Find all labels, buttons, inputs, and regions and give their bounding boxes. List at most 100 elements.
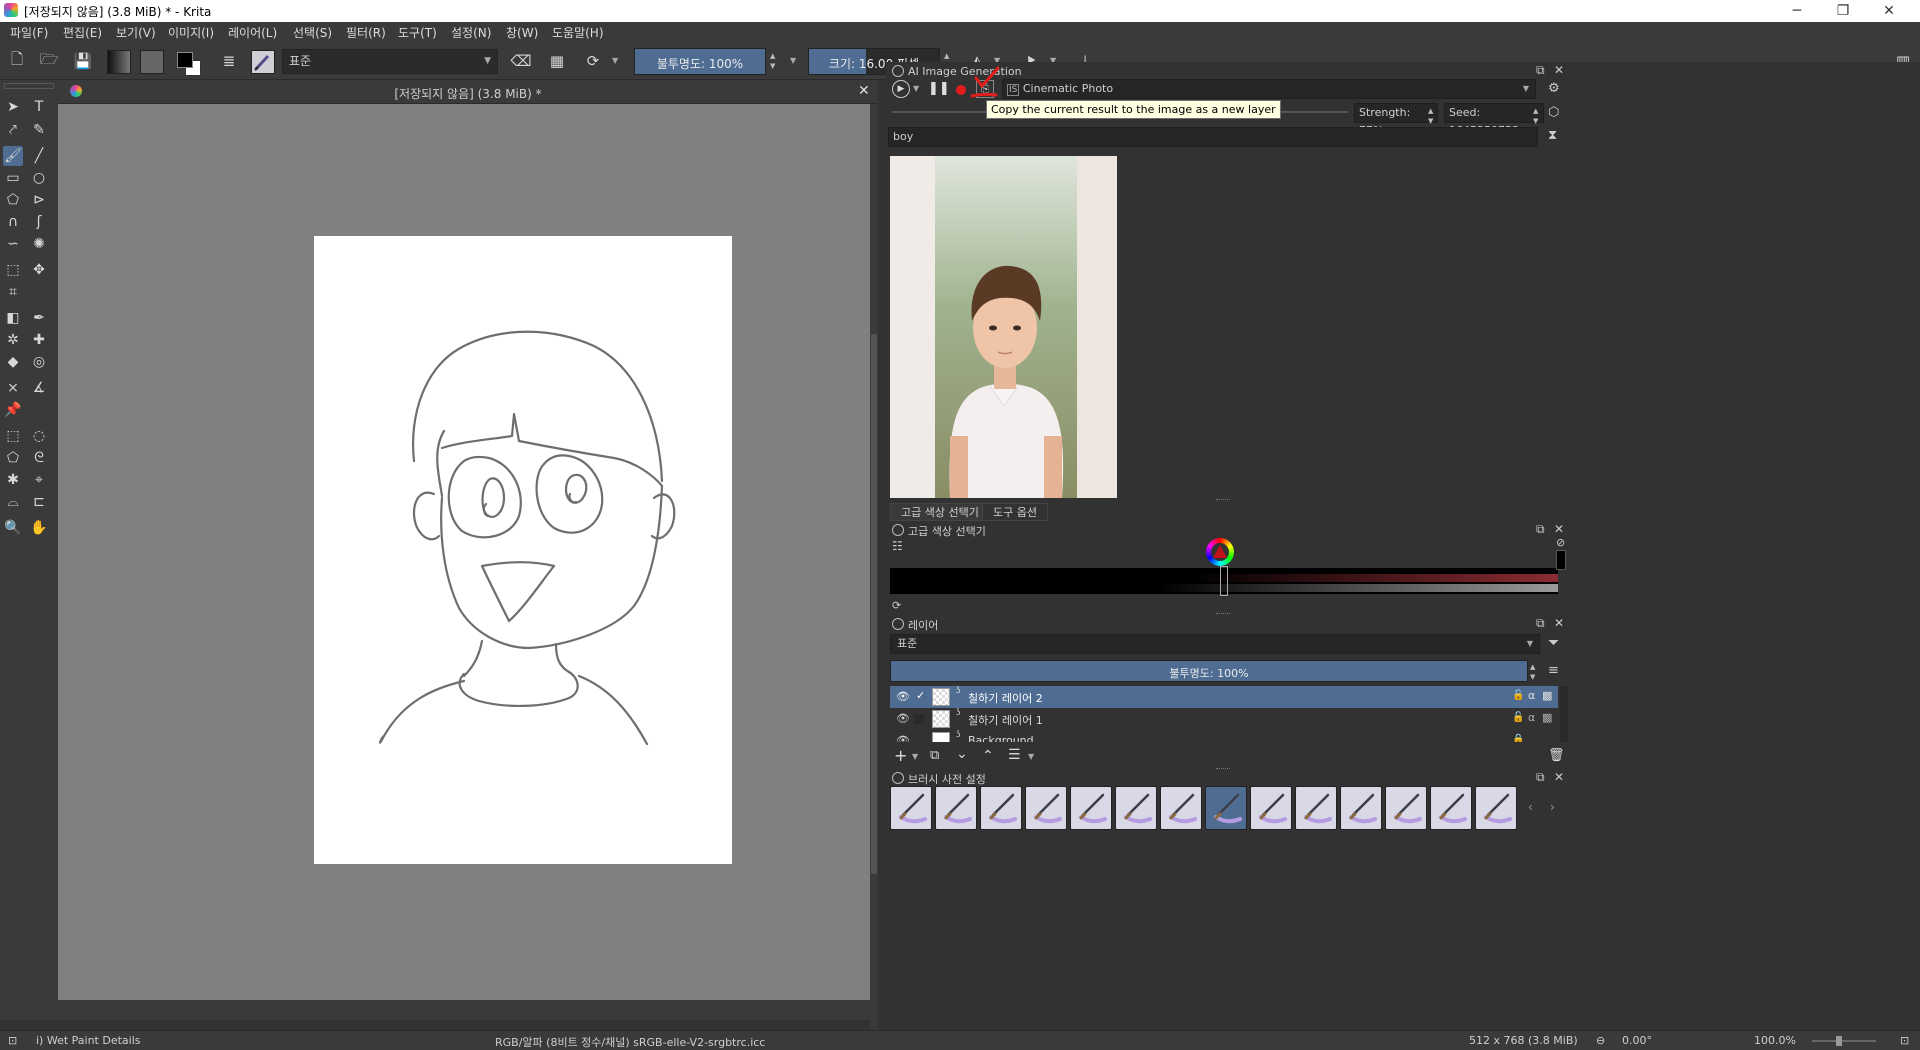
menu-edit[interactable]: 편집(E) (63, 24, 102, 41)
generated-result-thumbnail[interactable] (890, 156, 1117, 498)
layers-scrollbar[interactable] (1560, 686, 1568, 742)
gradient-swatch[interactable] (107, 50, 131, 74)
brush-preset-item[interactable] (1025, 786, 1067, 830)
refresh-icon[interactable]: ⟳ (892, 599, 901, 612)
visibility-eye-icon[interactable]: 👁 (896, 690, 910, 703)
restore-button[interactable]: ❐ (1820, 0, 1866, 22)
edit-shapes-tool-icon[interactable]: ⤤ (3, 120, 23, 140)
brush-preset-item[interactable] (1250, 786, 1292, 830)
document-tab[interactable]: [저장되지 않음] (3.8 MiB) * ✕ (58, 80, 878, 104)
brush-preset-item[interactable] (1385, 786, 1427, 830)
style-select[interactable]: IS Cinematic Photo ▼ (1002, 79, 1536, 99)
vertical-scrollbar[interactable] (870, 184, 878, 1050)
close-document-icon[interactable]: ✕ (858, 83, 870, 99)
similar-select-tool-icon[interactable]: ⌖ (29, 470, 49, 490)
layer-opacity-spinner[interactable]: ▲ ▼ (1530, 662, 1540, 682)
save-icon[interactable]: 💾 (70, 48, 96, 74)
strength-spinner[interactable]: ▲ ▼ (1428, 106, 1438, 126)
zoom-status[interactable]: 100.0% (1754, 1034, 1796, 1047)
chevron-down-icon[interactable]: ▼ (612, 56, 618, 65)
random-seed-icon[interactable]: ⬡ (1548, 105, 1559, 120)
minimize-button[interactable]: ─ (1774, 0, 1820, 22)
lock-docker-icon[interactable] (892, 618, 904, 630)
settings-gear-icon[interactable]: ⚙ (1548, 81, 1560, 96)
bezier-select-tool-icon[interactable]: ⌓ (3, 492, 23, 512)
brush-preset-item[interactable] (1430, 786, 1472, 830)
add-region-icon[interactable]: ⧗ (1548, 128, 1557, 143)
rotation-status[interactable]: 0.00° (1622, 1034, 1652, 1047)
menu-tools[interactable]: 도구(T) (398, 24, 437, 41)
menu-file[interactable]: 파일(F) (10, 24, 48, 41)
lock-layer-icon[interactable]: 🔓 (1512, 690, 1524, 701)
magnetic-select-tool-icon[interactable]: ⊏ (29, 492, 49, 512)
lock-layer-icon[interactable]: 🔓 (1512, 712, 1524, 723)
brush-preset-item[interactable] (1205, 786, 1247, 830)
close-docker-icon[interactable]: ✕ (1554, 522, 1564, 536)
polygon-tool-icon[interactable]: ⬠ (3, 190, 23, 210)
fg-bg-color-swatch[interactable] (175, 50, 203, 78)
open-folder-icon[interactable]: 🗁 (36, 48, 62, 74)
checkbox[interactable] (914, 714, 924, 724)
menu-window[interactable]: 창(W) (506, 24, 538, 41)
close-docker-icon[interactable]: ✕ (1554, 770, 1564, 784)
layer-opacity-slider[interactable]: 불투명도: 100% (890, 660, 1528, 682)
freehand-brush-tool-icon[interactable]: 🖌 (3, 146, 23, 166)
layer-blend-mode-select[interactable]: 표준 ▼ (890, 634, 1540, 654)
multibrush-tool-icon[interactable]: ✺ (29, 234, 49, 254)
scroll-right-icon[interactable]: › (1550, 800, 1555, 814)
colorize-mask-tool-icon[interactable]: ✲ (3, 330, 23, 350)
text-tool-icon[interactable]: T (29, 97, 49, 117)
transform-tool-icon[interactable]: ⬚ (3, 260, 23, 280)
scroll-left-icon[interactable]: ‹ (1528, 800, 1533, 814)
seed-spinner[interactable]: ▲ ▼ (1533, 106, 1543, 126)
menu-help[interactable]: 도움말(H) (552, 24, 604, 41)
zoom-slider-handle[interactable] (1836, 1036, 1842, 1046)
lock-docker-icon[interactable] (892, 772, 904, 784)
chevron-down-icon[interactable]: ▼ (1028, 752, 1034, 761)
no-color-icon[interactable]: ⊘ (1556, 536, 1565, 549)
menu-layer[interactable]: 레이어(L) (228, 24, 277, 41)
brush-preset-item[interactable] (1115, 786, 1157, 830)
fill-tool-icon[interactable]: ◆ (3, 352, 23, 372)
pan-tool-icon[interactable]: ✋ (29, 518, 49, 538)
layer-properties-icon[interactable]: ☰ (1008, 747, 1021, 763)
float-docker-icon[interactable]: ⧉ (1536, 522, 1545, 537)
duplicate-layer-icon[interactable]: ⧉ (930, 748, 939, 763)
strength-field[interactable]: Strength: 77% (1354, 103, 1438, 137)
delete-layer-icon[interactable]: 🗑 (1548, 748, 1565, 763)
brush-preset-item[interactable] (1340, 786, 1382, 830)
add-layer-icon[interactable]: + (894, 746, 907, 765)
zoom-tool-icon[interactable]: 🔍 (3, 518, 23, 538)
ellipse-tool-icon[interactable]: ○ (29, 168, 49, 188)
visibility-eye-icon[interactable]: 👁 (896, 734, 910, 742)
opacity-spinner[interactable]: ▲ ▼ (770, 51, 780, 71)
lock-layer-icon[interactable]: 🔒 (1512, 734, 1524, 742)
brush-preset-item[interactable] (890, 786, 932, 830)
reload-preset-icon[interactable]: ⟳ (580, 48, 606, 74)
blend-mode-select[interactable]: 표준 ▼ (282, 49, 498, 74)
chevron-down-icon[interactable]: ▼ (913, 84, 919, 93)
menu-select[interactable]: 선택(S) (293, 24, 332, 41)
alpha-lock-icon[interactable]: α (1528, 689, 1535, 702)
tab-tool-options[interactable]: 도구 옵션 (982, 503, 1048, 521)
current-color-swatch[interactable] (1556, 550, 1566, 570)
close-window-button[interactable]: ✕ (1866, 0, 1912, 22)
inherit-alpha-icon[interactable]: ▩ (1542, 689, 1552, 702)
float-docker-icon[interactable]: ⧉ (1536, 616, 1545, 631)
move-tool-icon[interactable]: ✥ (29, 260, 49, 280)
bezier-tool-icon[interactable]: ∩ (3, 212, 23, 232)
new-document-icon[interactable]: 🗋 (4, 48, 30, 74)
pause-icon[interactable]: ❚❚ (928, 81, 950, 96)
chevron-down-icon[interactable]: ▼ (912, 752, 918, 761)
brush-preset-item[interactable] (980, 786, 1022, 830)
filter-icon[interactable]: ⏷ (1548, 635, 1559, 651)
dynamic-brush-tool-icon[interactable]: ∽ (3, 234, 23, 254)
vertical-scroll-thumb[interactable] (871, 334, 877, 874)
lock-docker-icon[interactable] (892, 65, 904, 77)
menu-filter[interactable]: 필터(R) (346, 24, 386, 41)
checkmark-icon[interactable]: ✓ (916, 689, 925, 702)
visibility-eye-icon[interactable]: 👁 (896, 712, 910, 725)
color-gradient-bar[interactable] (890, 566, 1558, 596)
drawing-paper[interactable] (314, 236, 732, 864)
brush-settings-icon[interactable]: ≣ (216, 48, 242, 74)
